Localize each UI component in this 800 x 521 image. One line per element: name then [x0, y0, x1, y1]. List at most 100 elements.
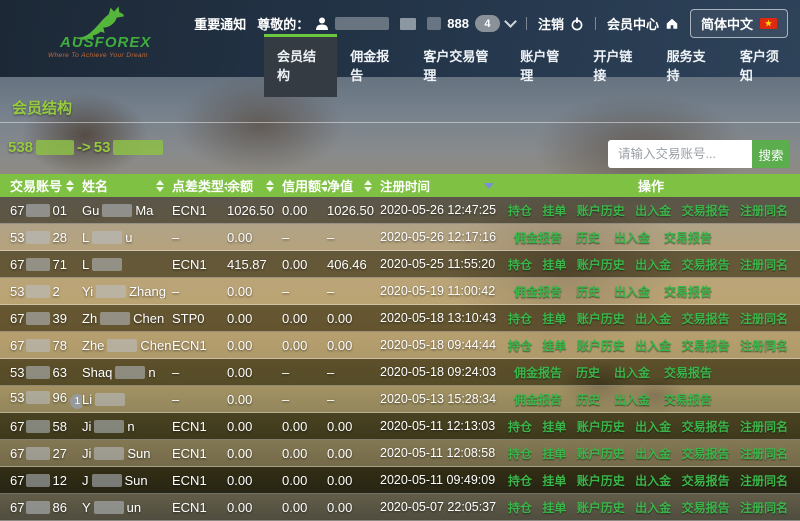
action-link[interactable]: 交易报告 [682, 202, 730, 219]
action-link[interactable]: 账户历史 [577, 256, 625, 273]
nav-tab[interactable]: 客户须知 [727, 34, 800, 97]
action-link[interactable]: 账户历史 [577, 472, 625, 489]
nav-tab[interactable]: 佣金报告 [337, 34, 410, 97]
header-cell[interactable]: 注册时间 [380, 176, 502, 195]
action-link[interactable]: 账户历史 [577, 337, 625, 354]
action-link[interactable]: 挂单 [542, 202, 566, 219]
search-button[interactable]: 搜索 [752, 140, 790, 168]
important-notice-link[interactable]: 重要通知 [194, 14, 246, 33]
action-link[interactable]: 挂单 [542, 337, 566, 354]
nav-tab[interactable]: 服务支持 [654, 34, 727, 97]
header-label: 净值 [327, 176, 353, 195]
account-switcher[interactable]: 888 4 [427, 15, 515, 32]
header-cell[interactable]: 姓名 [82, 176, 172, 195]
china-flag-icon: ★ [760, 18, 777, 29]
action-link[interactable]: 挂单 [542, 445, 566, 462]
sort-icon[interactable] [66, 180, 74, 192]
balance-cell: 415.87 [227, 257, 282, 272]
action-link[interactable]: 交易报告 [682, 256, 730, 273]
action-link[interactable]: 出入金 [614, 364, 650, 381]
action-link[interactable]: 佣金报告 [514, 364, 562, 381]
action-link[interactable]: 出入金 [635, 310, 671, 327]
action-link[interactable]: 持仓 [508, 202, 532, 219]
action-link[interactable]: 历史 [576, 229, 600, 246]
nav-tab[interactable]: 开户链接 [580, 34, 653, 97]
action-link[interactable]: 注册同名 [740, 256, 788, 273]
breadcrumb-to[interactable]: 53 [94, 139, 111, 156]
action-link[interactable]: 出入金 [635, 445, 671, 462]
action-link[interactable]: 交易报告 [664, 391, 712, 408]
action-link[interactable]: 注册同名 [740, 202, 788, 219]
sort-icon[interactable] [364, 180, 372, 192]
action-link[interactable]: 交易报告 [682, 499, 730, 516]
breadcrumb-from[interactable]: 538 [8, 139, 33, 156]
action-link[interactable]: 佣金报告 [514, 229, 562, 246]
header-cell[interactable]: 操作 [502, 176, 800, 195]
action-link[interactable]: 交易报告 [682, 310, 730, 327]
header-cell[interactable]: 点差类型 [172, 176, 227, 195]
header-cell[interactable]: 净值 [327, 176, 380, 195]
action-link[interactable]: 出入金 [635, 418, 671, 435]
action-link[interactable]: 佣金报告 [514, 391, 562, 408]
action-link[interactable]: 交易报告 [664, 229, 712, 246]
balance-cell: 0.00 [227, 473, 282, 488]
action-link[interactable]: 出入金 [635, 202, 671, 219]
action-link[interactable]: 交易报告 [682, 337, 730, 354]
action-link[interactable]: 账户历史 [577, 418, 625, 435]
action-link[interactable]: 持仓 [508, 499, 532, 516]
action-link[interactable]: 出入金 [635, 256, 671, 273]
action-link[interactable]: 交易报告 [664, 364, 712, 381]
action-link[interactable]: 出入金 [614, 391, 650, 408]
action-link[interactable]: 佣金报告 [514, 283, 562, 300]
sort-icon[interactable] [266, 180, 274, 192]
action-link[interactable]: 注册同名 [740, 337, 788, 354]
nav-tab[interactable]: 账户管理 [507, 34, 580, 97]
action-link[interactable]: 账户历史 [577, 499, 625, 516]
header-label: 交易账号 [10, 176, 62, 195]
action-link[interactable]: 历史 [576, 364, 600, 381]
action-link[interactable]: 交易报告 [682, 472, 730, 489]
sort-icon[interactable] [156, 180, 164, 192]
action-link[interactable]: 持仓 [508, 310, 532, 327]
action-link[interactable]: 交易报告 [664, 283, 712, 300]
action-link[interactable]: 账户历史 [577, 445, 625, 462]
action-link[interactable]: 注册同名 [740, 472, 788, 489]
equity-cell: – [327, 392, 380, 407]
action-link[interactable]: 持仓 [508, 445, 532, 462]
nav-tab[interactable]: 会员结构 [264, 34, 337, 97]
action-link[interactable]: 挂单 [542, 256, 566, 273]
action-link[interactable]: 交易报告 [682, 445, 730, 462]
action-link[interactable]: 出入金 [614, 229, 650, 246]
action-link[interactable]: 注册同名 [740, 418, 788, 435]
sort-asc-icon [266, 180, 274, 185]
name-redacted [92, 258, 122, 271]
action-link[interactable]: 注册同名 [740, 445, 788, 462]
nav-tab[interactable]: 客户交易管理 [410, 34, 507, 97]
action-link[interactable]: 持仓 [508, 337, 532, 354]
action-link[interactable]: 挂单 [542, 472, 566, 489]
action-link[interactable]: 持仓 [508, 256, 532, 273]
header-cell[interactable]: 余额 [227, 176, 282, 195]
action-link[interactable]: 挂单 [542, 499, 566, 516]
action-link[interactable]: 交易报告 [682, 418, 730, 435]
action-link[interactable]: 账户历史 [577, 202, 625, 219]
action-link[interactable]: 持仓 [508, 418, 532, 435]
action-link[interactable]: 挂单 [542, 418, 566, 435]
header-cell[interactable]: 信用额 [282, 176, 327, 195]
action-link[interactable]: 出入金 [635, 337, 671, 354]
search-input[interactable] [608, 140, 752, 168]
action-link[interactable]: 出入金 [614, 283, 650, 300]
sub-member-count-badge[interactable]: 1 [70, 394, 82, 409]
header-cell[interactable]: 交易账号 [0, 176, 82, 195]
action-link[interactable]: 挂单 [542, 310, 566, 327]
action-link[interactable]: 历史 [576, 391, 600, 408]
action-link[interactable]: 历史 [576, 283, 600, 300]
action-link[interactable]: 注册同名 [740, 499, 788, 516]
action-link[interactable]: 持仓 [508, 472, 532, 489]
action-link[interactable]: 注册同名 [740, 310, 788, 327]
action-link[interactable]: 账户历史 [577, 310, 625, 327]
member-center-link[interactable]: 会员中心 [607, 14, 679, 33]
logout-link[interactable]: 注销 [538, 14, 584, 33]
action-link[interactable]: 出入金 [635, 499, 671, 516]
action-link[interactable]: 出入金 [635, 472, 671, 489]
